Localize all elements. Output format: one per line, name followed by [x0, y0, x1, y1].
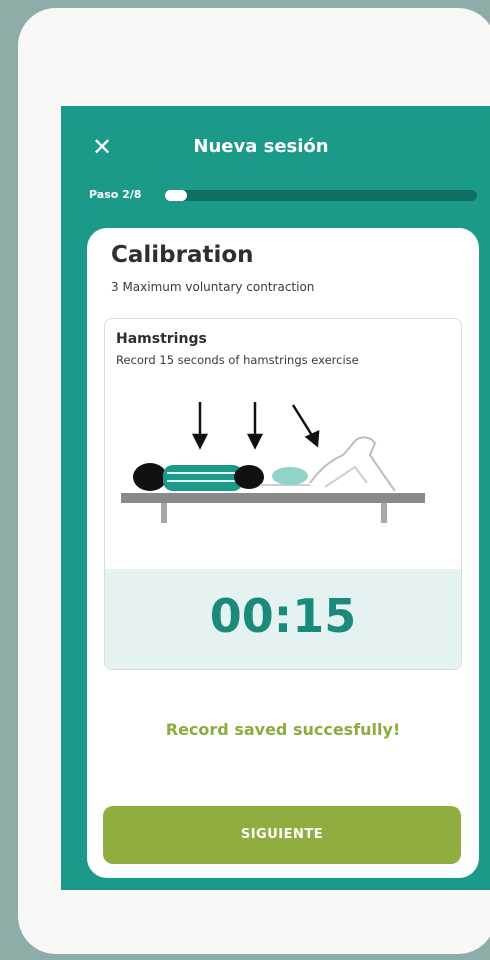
bench — [121, 493, 425, 503]
timer-panel: 00:15 — [105, 569, 461, 669]
down-arrow-icon — [191, 402, 209, 450]
calibration-card: Calibration 3 Maximum voluntary contract… — [87, 228, 479, 878]
page-title: Nueva sesión — [193, 136, 329, 157]
thigh-sensor — [272, 467, 308, 485]
progress-bar — [165, 190, 477, 201]
progress-fill — [165, 190, 187, 201]
next-button[interactable]: SIGUIENTE — [103, 806, 461, 864]
hips — [234, 465, 264, 489]
exercise-description: Record 15 seconds of hamstrings exercise — [116, 353, 359, 367]
status-message: Record saved succesfully! — [165, 720, 401, 739]
exercise-panel: Hamstrings Record 15 seconds of hamstrin… — [104, 318, 462, 670]
step-label: Paso 2/8 — [89, 188, 142, 201]
head — [133, 463, 167, 491]
exercise-title: Hamstrings — [116, 331, 207, 347]
app-screen: ✕ Nueva sesión Paso 2/8 Calibration 3 Ma… — [61, 106, 490, 890]
phone-frame: ✕ Nueva sesión Paso 2/8 Calibration 3 Ma… — [18, 8, 490, 954]
torso — [163, 465, 243, 491]
leg-outline — [309, 436, 396, 492]
hamstrings-exercise-illustration — [121, 402, 425, 523]
diagonal-arrow-icon — [291, 404, 320, 448]
card-title: Calibration — [111, 242, 254, 268]
timer-display: 00:15 — [209, 589, 357, 643]
card-subtitle: 3 Maximum voluntary contraction — [111, 280, 315, 294]
down-arrow-icon — [246, 402, 264, 450]
